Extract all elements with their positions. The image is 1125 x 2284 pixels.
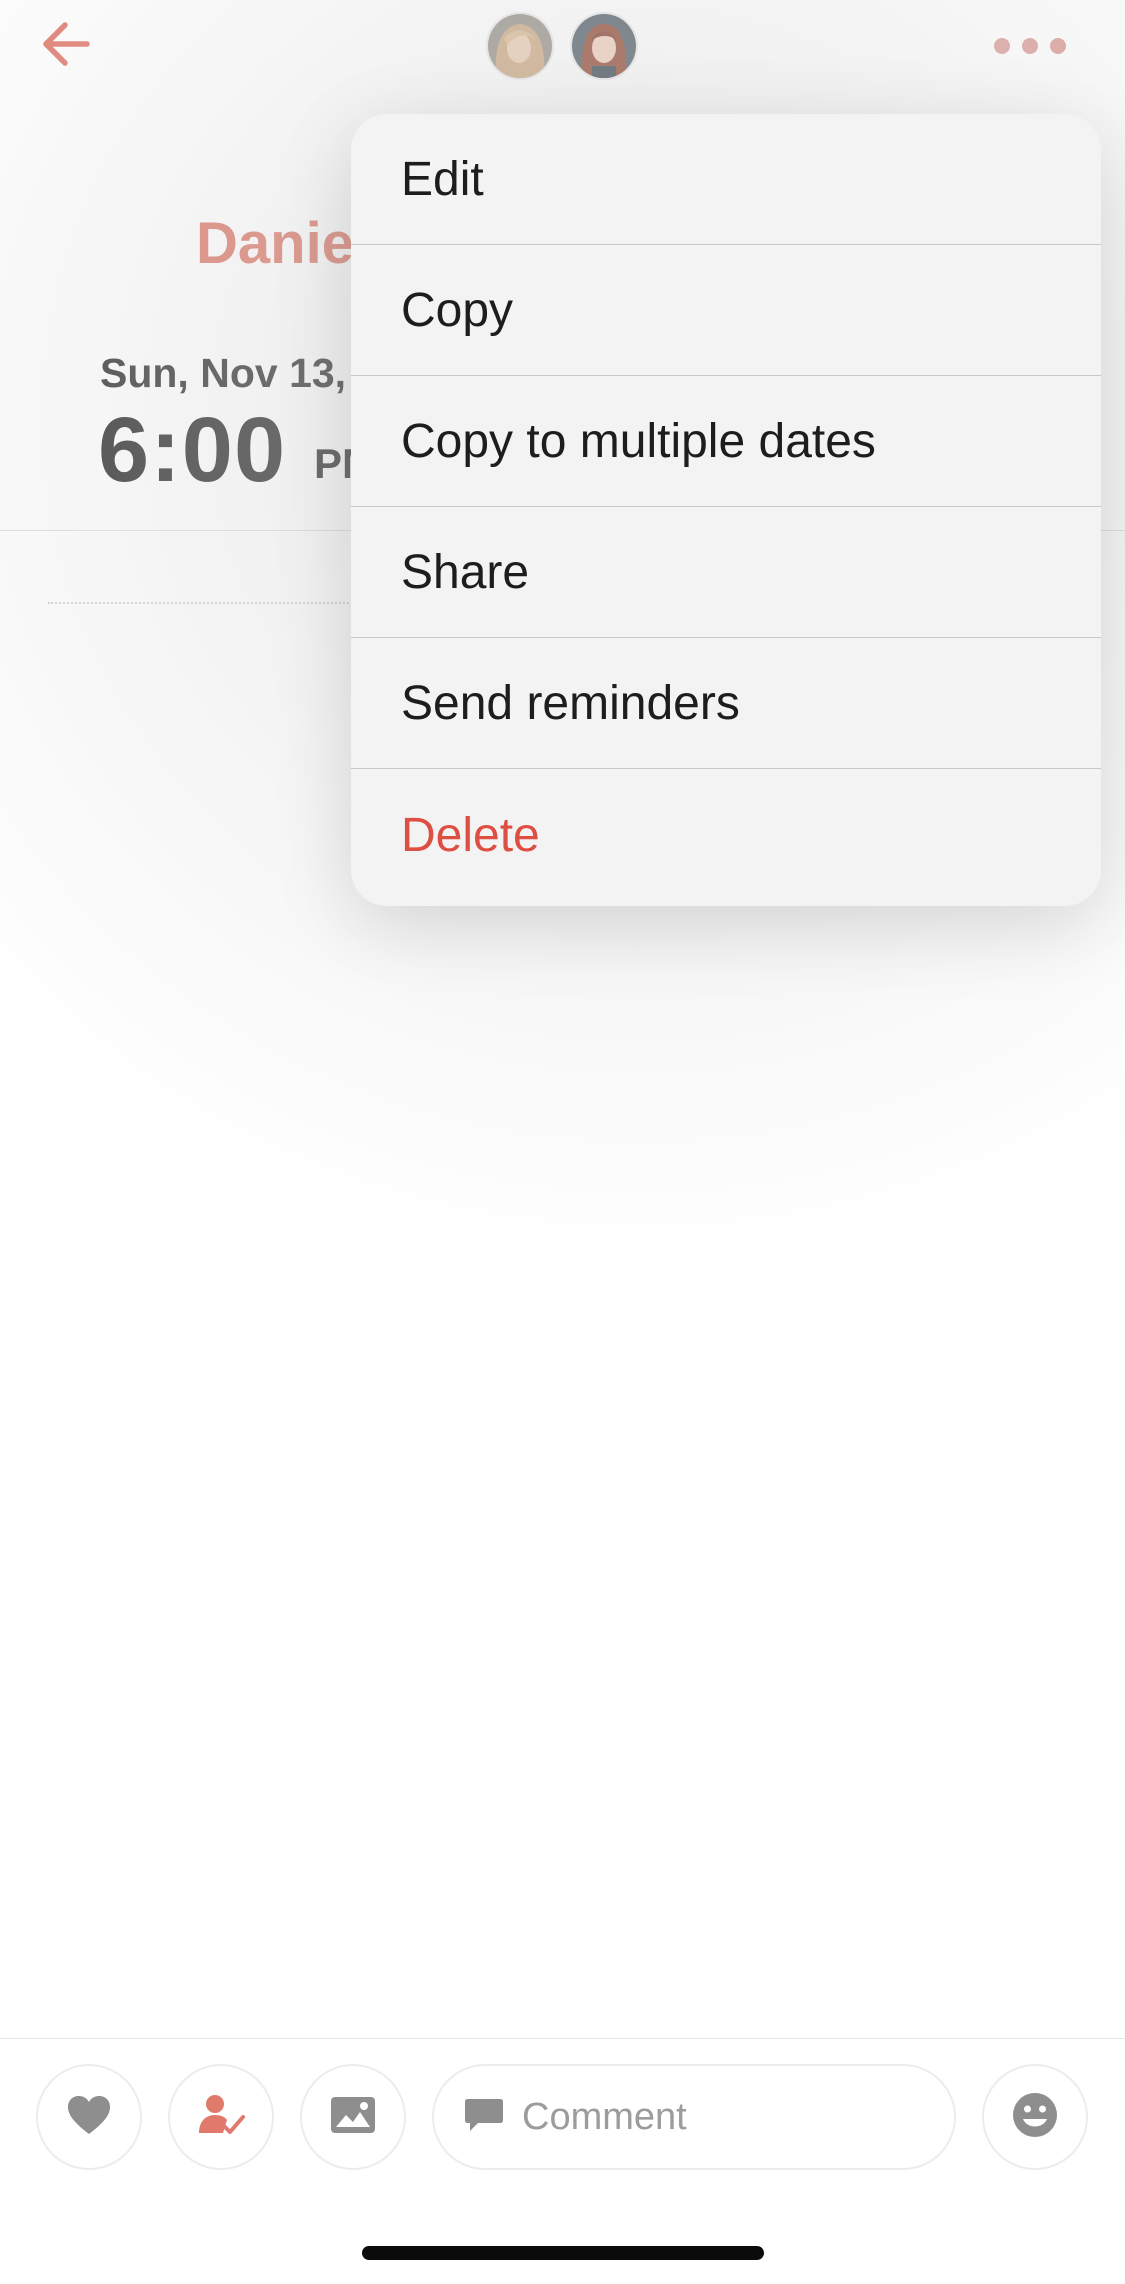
event-time: 6:00 bbox=[98, 399, 287, 501]
menu-item-edit[interactable]: Edit bbox=[351, 114, 1101, 245]
avatar[interactable] bbox=[486, 12, 554, 80]
like-button[interactable] bbox=[36, 2064, 142, 2170]
arrow-left-icon bbox=[41, 21, 91, 72]
more-options-button[interactable] bbox=[994, 28, 1066, 64]
dotted-divider bbox=[48, 602, 368, 604]
participants-avatars[interactable] bbox=[486, 12, 638, 80]
smiley-icon bbox=[1011, 2091, 1059, 2144]
menu-item-delete[interactable]: Delete bbox=[351, 769, 1101, 901]
image-icon bbox=[330, 2096, 376, 2139]
back-button[interactable] bbox=[36, 18, 96, 74]
comment-placeholder: Comment bbox=[522, 2095, 687, 2138]
context-menu: Edit Copy Copy to multiple dates Share S… bbox=[351, 114, 1101, 906]
menu-item-copy[interactable]: Copy bbox=[351, 245, 1101, 376]
menu-item-send-reminders[interactable]: Send reminders bbox=[351, 638, 1101, 769]
event-detail-screen: Danie Sun, Nov 13, 6:00 PM Edit Copy Cop… bbox=[0, 0, 1125, 2284]
event-title: Danie bbox=[196, 211, 354, 276]
heart-icon bbox=[66, 2094, 112, 2141]
home-indicator bbox=[362, 2246, 764, 2260]
comment-input[interactable]: Comment bbox=[432, 2064, 956, 2170]
person-check-icon bbox=[197, 2093, 245, 2142]
add-photo-button[interactable] bbox=[300, 2064, 406, 2170]
menu-item-share[interactable]: Share bbox=[351, 507, 1101, 638]
divider bbox=[0, 2038, 1125, 2039]
ellipsis-icon bbox=[994, 38, 1010, 54]
emoji-button[interactable] bbox=[982, 2064, 1088, 2170]
avatar[interactable] bbox=[570, 12, 638, 80]
speech-bubble-icon bbox=[464, 2097, 504, 2138]
event-date: Sun, Nov 13, bbox=[100, 350, 347, 396]
rsvp-button[interactable] bbox=[168, 2064, 274, 2170]
menu-item-copy-multiple[interactable]: Copy to multiple dates bbox=[351, 376, 1101, 507]
